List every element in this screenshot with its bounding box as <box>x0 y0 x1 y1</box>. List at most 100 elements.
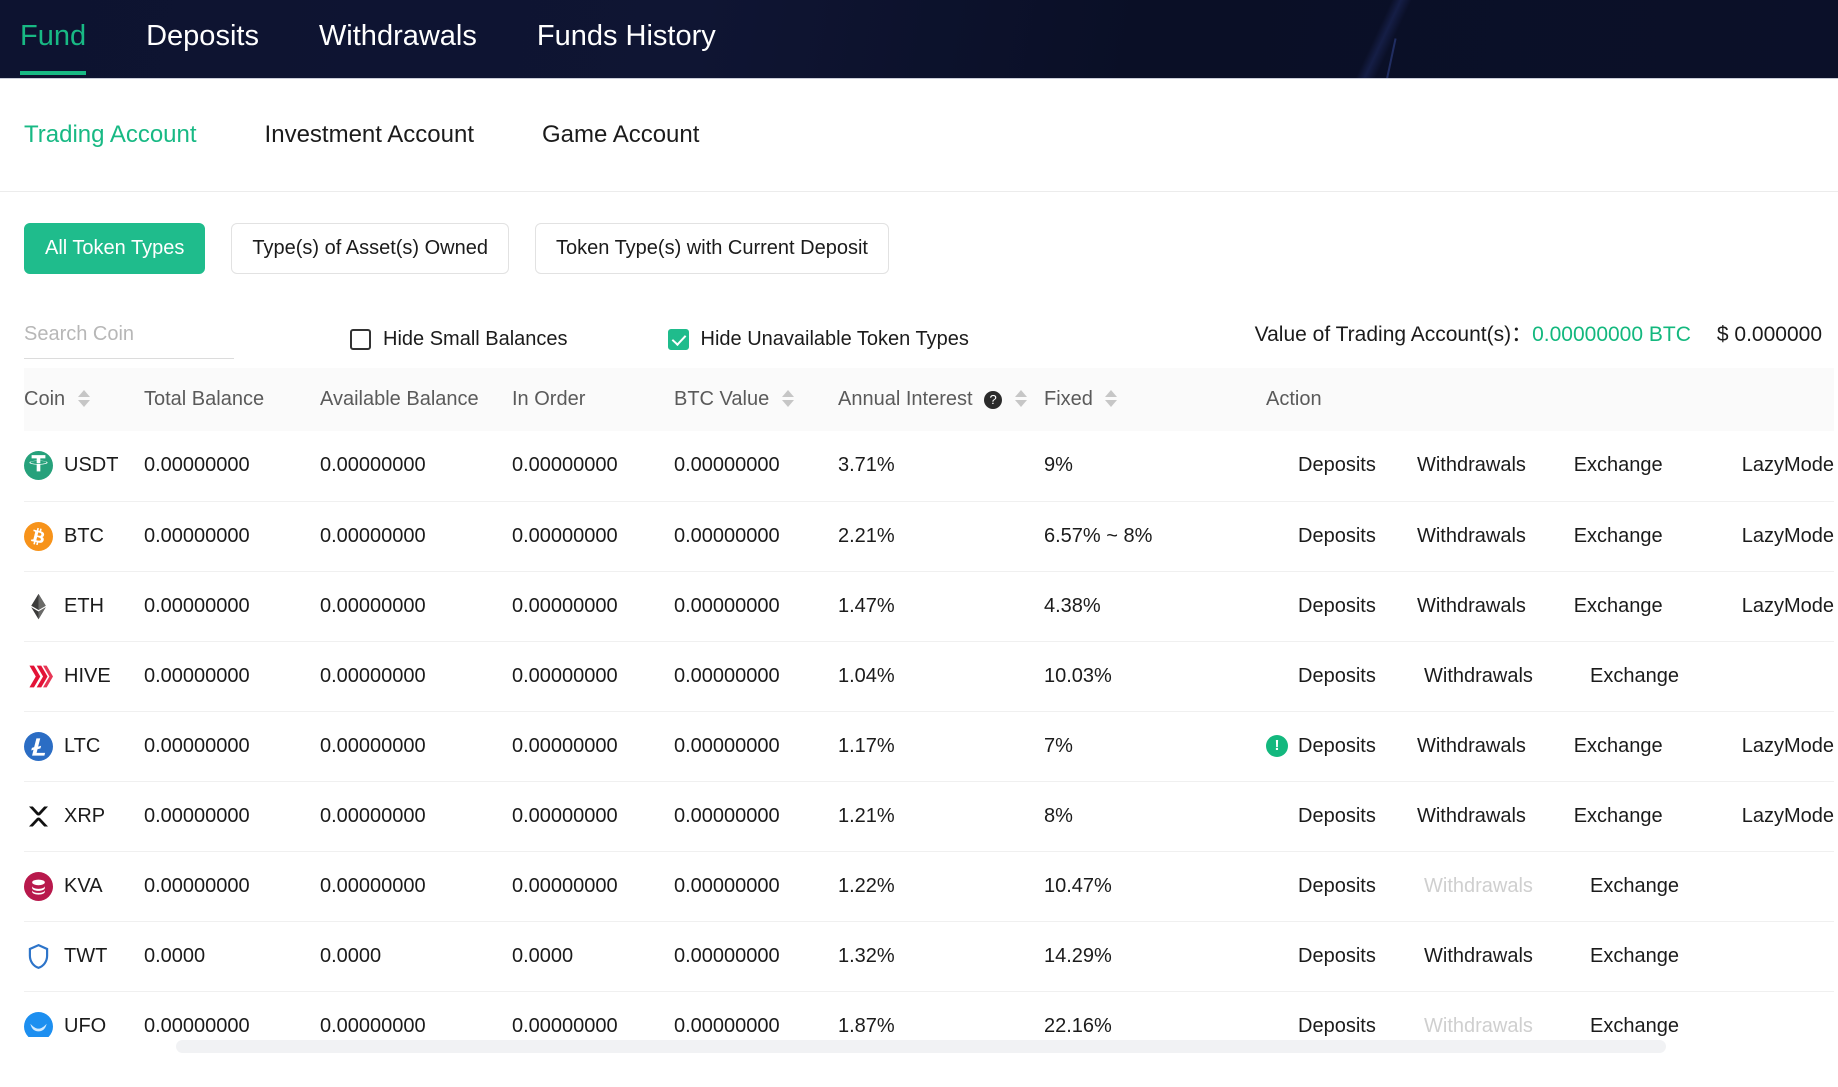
action-spacer <box>1266 1015 1288 1037</box>
cell-available-balance: 0.00000000 <box>320 851 512 922</box>
column-header-coin[interactable]: Coin <box>24 368 144 432</box>
cell-available-balance: 0.0000 <box>320 921 512 992</box>
checkbox-hide-unavailable-tokens[interactable]: Hide Unavailable Token Types <box>667 327 969 351</box>
checkbox-box-icon[interactable] <box>350 328 371 350</box>
action-lazymode-link[interactable]: LazyMode <box>1742 454 1834 477</box>
tab-game-account[interactable]: Game Account <box>542 121 699 149</box>
action-exchange-link[interactable]: Exchange <box>1590 665 1679 688</box>
checkbox-label: Hide Small Balances <box>383 327 568 350</box>
action-deposits-link[interactable]: Deposits <box>1298 525 1417 548</box>
column-label: In Order <box>512 388 586 411</box>
action-withdrawals-link[interactable]: Withdrawals <box>1417 805 1574 828</box>
column-label: Fixed <box>1044 388 1093 411</box>
coin-symbol: UFO <box>64 1014 107 1037</box>
action-deposits-link[interactable]: Deposits <box>1298 945 1424 968</box>
action-deposits-link[interactable]: Deposits <box>1298 665 1424 688</box>
action-lazymode-link[interactable]: LazyMode <box>1742 735 1834 758</box>
horizontal-scrollbar[interactable] <box>0 1037 1838 1056</box>
cell-btc-value: 0.00000000 <box>674 711 838 782</box>
coin-symbol: BTC <box>64 524 104 547</box>
cell-in-order: 0.00000000 <box>512 711 674 782</box>
cell-action: Deposits Withdrawals Exchange LazyMode <box>1266 781 1834 852</box>
cell-coin: HIVE <box>24 641 144 712</box>
action-withdrawals-link[interactable]: Withdrawals <box>1417 735 1574 758</box>
cell-total-balance: 0.00000000 <box>144 501 320 572</box>
checkbox-hide-small-balances[interactable]: Hide Small Balances <box>350 328 568 351</box>
cell-action: Deposits Withdrawals Exchange LazyMode <box>1266 501 1834 572</box>
action-deposits-link[interactable]: Deposits <box>1298 595 1417 618</box>
cell-available-balance: 0.00000000 <box>320 781 512 852</box>
filter-assets-owned[interactable]: Type(s) of Asset(s) Owned <box>231 223 509 274</box>
filter-row: Hide Small Balances Hide Unavailable Tok… <box>0 274 1838 368</box>
action-deposits-link[interactable]: Deposits <box>1298 454 1417 477</box>
action-exchange-link[interactable]: Exchange <box>1574 805 1663 828</box>
column-header-fixed[interactable]: Fixed <box>1044 368 1266 432</box>
column-header-available-balance: Available Balance <box>320 368 512 432</box>
action-withdrawals-link[interactable]: Withdrawals <box>1424 665 1590 688</box>
checkbox-label: Hide Unavailable Token Types <box>700 327 969 350</box>
action-spacer <box>1266 595 1288 617</box>
checkbox-checked-icon[interactable] <box>667 328 689 350</box>
account-value-label: Value of Trading Account(s)： <box>1254 323 1533 346</box>
action-withdrawals-link[interactable]: Withdrawals <box>1424 945 1590 968</box>
action-lazymode-link[interactable]: LazyMode <box>1742 805 1834 828</box>
account-value-summary: Value of Trading Account(s)：0.00000000 B… <box>1255 318 1822 348</box>
cell-fixed: 6.57% ~ 8% <box>1044 501 1266 572</box>
action-withdrawals-link[interactable]: Withdrawals <box>1417 525 1574 548</box>
action-spacer <box>1266 665 1288 687</box>
sort-arrows-icon[interactable] <box>1105 390 1118 408</box>
action-exchange-link[interactable]: Exchange <box>1590 875 1679 898</box>
column-label: BTC Value <box>674 388 770 411</box>
cell-action: Deposits Withdrawals Exchange LazyMode <box>1266 431 1834 502</box>
alert-exclamation-icon[interactable]: ! <box>1266 735 1288 758</box>
column-header-btc-value[interactable]: BTC Value <box>674 368 838 432</box>
sort-arrows-icon[interactable] <box>77 390 90 408</box>
nav-item-deposits[interactable]: Deposits <box>146 0 259 75</box>
action-deposits-link[interactable]: Deposits <box>1298 875 1424 898</box>
help-question-icon[interactable]: ? <box>984 390 1003 409</box>
filter-current-deposit[interactable]: Token Type(s) with Current Deposit <box>535 223 889 274</box>
nav-item-withdrawals[interactable]: Withdrawals <box>319 0 477 75</box>
table-row: XRP 0.00000000 0.00000000 0.00000000 0.00000… <box>24 781 1834 852</box>
search-input[interactable] <box>24 319 234 359</box>
table-head: Coin Total Balance Available Balance In … <box>24 368 1834 432</box>
action-withdrawals-link[interactable]: Withdrawals <box>1417 454 1574 477</box>
sort-arrows-icon[interactable] <box>781 390 794 408</box>
nav-item-fund[interactable]: Fund <box>20 0 87 75</box>
cell-action: Deposits Withdrawals Exchange <box>1266 921 1834 992</box>
table-row: HIVE 0.00000000 0.00000000 0.00000000 0.0000… <box>24 641 1834 712</box>
cell-in-order: 0.00000000 <box>512 571 674 642</box>
balances-table-scroll-area[interactable]: Coin Total Balance Available Balance In … <box>0 368 1838 1056</box>
cell-coin: ETH <box>24 571 144 642</box>
action-exchange-link[interactable]: Exchange <box>1574 595 1663 618</box>
action-spacer <box>1266 525 1288 547</box>
cell-annual-interest: 1.22% <box>838 851 1044 922</box>
filter-all-token-types[interactable]: All Token Types <box>24 223 206 274</box>
column-header-in-order: In Order <box>512 368 674 432</box>
cell-annual-interest: 1.21% <box>838 781 1044 852</box>
nav-item-funds-history[interactable]: Funds History <box>537 0 716 75</box>
tab-trading-account[interactable]: Trading Account <box>24 121 197 149</box>
action-exchange-link[interactable]: Exchange <box>1590 945 1679 968</box>
action-deposits-link[interactable]: Deposits <box>1298 735 1417 758</box>
coin-symbol: ETH <box>64 594 104 617</box>
scrollbar-thumb[interactable] <box>176 1040 1666 1053</box>
action-withdrawals-link[interactable]: Withdrawals <box>1417 595 1574 618</box>
cell-in-order: 0.00000000 <box>512 641 674 712</box>
action-lazymode-link[interactable]: LazyMode <box>1742 525 1834 548</box>
tab-investment-account[interactable]: Investment Account <box>265 121 474 149</box>
action-withdrawals-link: Withdrawals <box>1424 874 1533 897</box>
action-deposits-link[interactable]: Deposits <box>1298 805 1417 828</box>
cell-in-order: 0.00000000 <box>512 781 674 852</box>
action-exchange-link[interactable]: Exchange <box>1574 525 1663 548</box>
action-exchange-link[interactable]: Exchange <box>1574 454 1663 477</box>
coin-symbol: USDT <box>64 454 119 477</box>
action-exchange-link[interactable]: Exchange <box>1590 1015 1679 1038</box>
sort-arrows-icon[interactable] <box>1014 390 1027 408</box>
action-lazymode-link[interactable]: LazyMode <box>1742 595 1834 618</box>
column-header-annual-interest[interactable]: Annual Interest ? <box>838 368 1044 432</box>
action-exchange-link[interactable]: Exchange <box>1574 735 1663 758</box>
search-coin-wrapper <box>24 319 234 359</box>
coin-symbol: KVA <box>64 874 103 897</box>
action-deposits-link[interactable]: Deposits <box>1298 1015 1424 1038</box>
